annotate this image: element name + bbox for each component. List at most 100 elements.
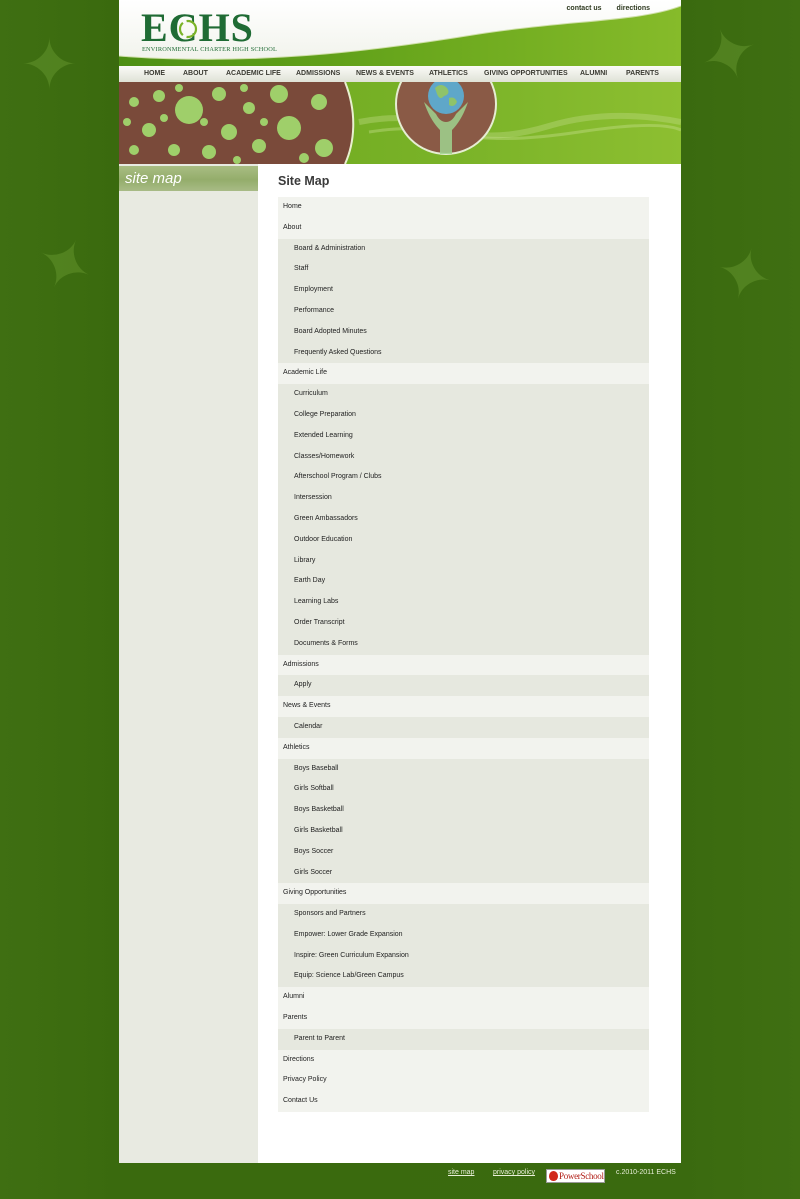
- sitemap-link[interactable]: Home: [283, 203, 302, 210]
- directions-link[interactable]: directions: [617, 5, 650, 12]
- banner-image: [119, 82, 681, 164]
- banner-dot: [129, 97, 139, 107]
- logo-subtitle: ENVIRONMENTAL CHARTER HIGH SCHOOL: [142, 46, 278, 53]
- sitemap-subitem: Inspire: Green Curriculum Expansion: [278, 945, 649, 967]
- sitemap-link[interactable]: Frequently Asked Questions: [294, 349, 382, 356]
- banner-dot: [212, 87, 226, 101]
- sitemap-link[interactable]: Earth Day: [294, 577, 325, 584]
- sitemap-link[interactable]: Classes/Homework: [294, 453, 354, 460]
- sidebar-title-text: site map: [125, 170, 182, 187]
- sitemap-subitem: Extended Learning: [278, 425, 649, 447]
- banner-dot: [270, 85, 288, 103]
- sitemap-link[interactable]: Intersession: [294, 494, 332, 501]
- sitemap-link[interactable]: Girls Basketball: [294, 827, 343, 834]
- sitemap-subitem: College Preparation: [278, 404, 649, 426]
- nav-parents[interactable]: PARENTS: [626, 70, 659, 77]
- banner-dot: [240, 84, 248, 92]
- footer-privacy-policy-link[interactable]: privacy policy: [493, 1169, 535, 1176]
- sitemap-link[interactable]: Board Adopted Minutes: [294, 328, 367, 335]
- sitemap-subitem: Curriculum: [278, 384, 649, 405]
- sitemap-subitem: Staff: [278, 259, 649, 281]
- sitemap-link[interactable]: Inspire: Green Curriculum Expansion: [294, 952, 409, 959]
- sitemap-subitem: Apply: [278, 675, 649, 697]
- banner-dot: [142, 123, 156, 137]
- sitemap-subitem: Equip: Science Lab/Green Campus: [278, 966, 649, 988]
- sitemap-link[interactable]: Afterschool Program / Clubs: [294, 473, 382, 480]
- banner-dot: [277, 116, 301, 140]
- sitemap-link[interactable]: Academic Life: [283, 369, 327, 376]
- nav-academic-life[interactable]: ACADEMIC LIFE: [226, 70, 281, 77]
- sitemap-link[interactable]: Equip: Science Lab/Green Campus: [294, 972, 404, 979]
- sitemap-link[interactable]: Library: [294, 557, 315, 564]
- sitemap-link[interactable]: Extended Learning: [294, 432, 353, 439]
- sitemap-link[interactable]: Learning Labs: [294, 598, 338, 605]
- sitemap-link[interactable]: College Preparation: [294, 411, 356, 418]
- nav-news-events[interactable]: NEWS & EVENTS: [356, 70, 414, 77]
- footer-site-map-link[interactable]: site map: [448, 1169, 474, 1176]
- sitemap-section: Giving Opportunities: [278, 883, 649, 905]
- sitemap-link[interactable]: Giving Opportunities: [283, 889, 346, 896]
- sitemap-link[interactable]: Apply: [294, 681, 312, 688]
- sitemap-link[interactable]: Order Transcript: [294, 619, 345, 626]
- powerschool-badge[interactable]: PowerSchool: [546, 1169, 605, 1183]
- sitemap-subitem: Employment: [278, 280, 649, 301]
- main-nav: HOME ABOUT ACADEMIC LIFE ADMISSIONS NEWS…: [119, 66, 681, 83]
- sitemap-subitem: Empower: Lower Grade Expansion: [278, 924, 649, 946]
- banner-dot: [153, 90, 165, 102]
- sitemap-link[interactable]: Athletics: [283, 744, 309, 751]
- sitemap-link[interactable]: Parents: [283, 1014, 307, 1021]
- sitemap-link[interactable]: Green Ambassadors: [294, 515, 358, 522]
- sitemap-link[interactable]: Girls Softball: [294, 785, 334, 792]
- sitemap-link[interactable]: Empower: Lower Grade Expansion: [294, 931, 403, 938]
- sitemap-link[interactable]: Alumni: [283, 993, 304, 1000]
- sitemap-subitem: Boys Basketball: [278, 800, 649, 821]
- sitemap-link[interactable]: Outdoor Education: [294, 536, 352, 543]
- banner-dot: [168, 144, 180, 156]
- sitemap-link[interactable]: Girls Soccer: [294, 869, 332, 876]
- logo[interactable]: ECHS ENVIRONMENTAL CHARTER HIGH SCHOOL: [141, 8, 277, 54]
- banner-dot: [252, 139, 266, 153]
- sitemap-subitem: Boys Soccer: [278, 841, 649, 863]
- sitemap-subitem: Girls Softball: [278, 779, 649, 801]
- header: ECHS ENVIRONMENTAL CHARTER HIGH SCHOOL c…: [119, 0, 681, 66]
- sitemap-link[interactable]: Curriculum: [294, 390, 328, 397]
- sitemap-link[interactable]: Parent to Parent: [294, 1035, 345, 1042]
- sitemap-subitem: Learning Labs: [278, 592, 649, 613]
- nav-home[interactable]: HOME: [144, 70, 165, 77]
- sitemap-link[interactable]: Boys Soccer: [294, 848, 333, 855]
- sitemap-section: Academic Life: [278, 363, 649, 385]
- nav-admissions[interactable]: ADMISSIONS: [296, 70, 340, 77]
- sitemap-subitem: Sponsors and Partners: [278, 904, 649, 925]
- sitemap-subitem: Green Ambassadors: [278, 508, 649, 530]
- sitemap-link[interactable]: Performance: [294, 307, 334, 314]
- banner-dot: [299, 153, 309, 163]
- nav-alumni[interactable]: ALUMNI: [580, 70, 607, 77]
- sitemap-link[interactable]: Documents & Forms: [294, 640, 358, 647]
- sitemap-subitem: Outdoor Education: [278, 529, 649, 551]
- sitemap-link[interactable]: Contact Us: [283, 1097, 318, 1104]
- banner-dot: [175, 96, 203, 124]
- sitemap-link[interactable]: Directions: [283, 1056, 314, 1063]
- nav-athletics[interactable]: ATHLETICS: [429, 70, 468, 77]
- sitemap-link[interactable]: Boys Baseball: [294, 765, 338, 772]
- sitemap-subitem: Board & Administration: [278, 238, 649, 260]
- sitemap-link[interactable]: Staff: [294, 265, 308, 272]
- sidebar-title: site map: [119, 166, 258, 191]
- sitemap-subitem: Frequently Asked Questions: [278, 342, 649, 364]
- sitemap-link[interactable]: Employment: [294, 286, 333, 293]
- nav-giving-opportunities[interactable]: GIVING OPPORTUNITIES: [484, 70, 568, 77]
- sitemap-link[interactable]: Sponsors and Partners: [294, 910, 366, 917]
- sitemap-link[interactable]: Privacy Policy: [283, 1076, 327, 1083]
- banner-dot: [200, 118, 208, 126]
- sitemap-link[interactable]: Admissions: [283, 661, 319, 668]
- sitemap-link[interactable]: Boys Basketball: [294, 806, 344, 813]
- banner-dot: [260, 118, 268, 126]
- banner-dot: [202, 145, 216, 159]
- sitemap-link[interactable]: Calendar: [294, 723, 322, 730]
- sitemap-link[interactable]: News & Events: [283, 702, 330, 709]
- contact-us-link[interactable]: contact us: [567, 5, 602, 12]
- sitemap-link[interactable]: Board & Administration: [294, 245, 365, 252]
- sitemap-section: Parents: [278, 1008, 649, 1029]
- sitemap-link[interactable]: About: [283, 224, 301, 231]
- nav-about[interactable]: ABOUT: [183, 70, 208, 77]
